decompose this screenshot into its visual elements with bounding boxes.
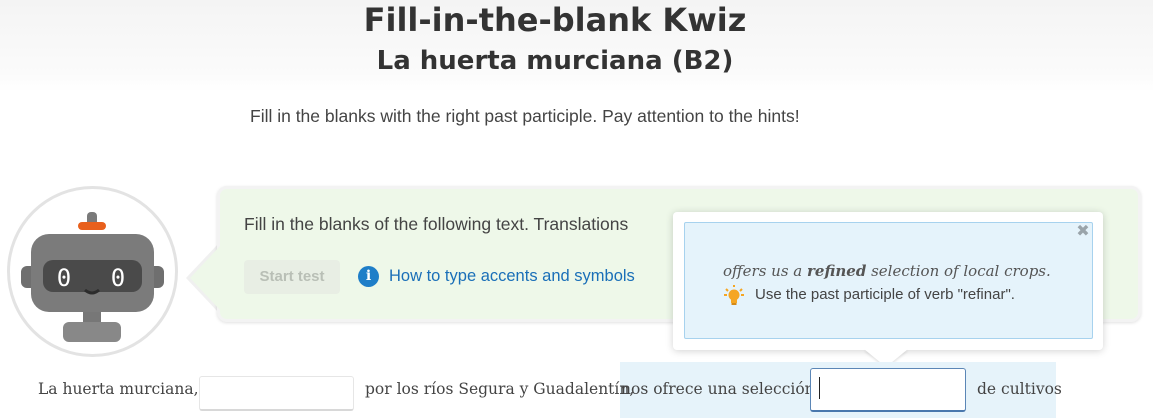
sentence-part-3: nos ofrece una selección bbox=[621, 380, 815, 398]
lightbulb-icon bbox=[724, 285, 744, 305]
accents-symbols-link[interactable]: How to type accents and symbols bbox=[389, 267, 635, 286]
sentence-part-1: La huerta murciana, bbox=[38, 380, 199, 398]
hint-text: Use the past participle of verb "refinar… bbox=[755, 286, 1015, 303]
hint-box bbox=[684, 222, 1093, 339]
blank-input-1[interactable] bbox=[199, 376, 354, 411]
instructions-text: Fill in the blanks with the right past p… bbox=[250, 106, 800, 126]
hint-translation-before: offers us a bbox=[723, 262, 808, 280]
sentence-part-2: por los ríos Segura y Guadalentín, bbox=[365, 380, 635, 398]
text-caret bbox=[819, 377, 820, 399]
robot-mascot-icon: 0 0 bbox=[21, 212, 164, 342]
svg-text:0: 0 bbox=[111, 264, 125, 292]
blank-input-2[interactable] bbox=[810, 368, 966, 412]
sentence-part-4: de cultivos bbox=[977, 380, 1062, 398]
page-subtitle: La huerta murciana (B2) bbox=[376, 46, 734, 76]
hint-translation: offers us a refined selection of local c… bbox=[723, 262, 1051, 280]
svg-text:0: 0 bbox=[57, 264, 71, 292]
hint-translation-bold: refined bbox=[807, 262, 867, 280]
start-test-button[interactable]: Start test bbox=[244, 260, 340, 294]
page-title: Fill-in-the-blank Kwiz bbox=[363, 1, 747, 39]
info-icon[interactable]: i bbox=[358, 266, 379, 287]
panel-text: Fill in the blanks of the following text… bbox=[244, 214, 629, 234]
hint-translation-after: selection of local crops. bbox=[866, 262, 1051, 280]
close-icon[interactable]: ✖ bbox=[1075, 222, 1091, 240]
panel-pointer bbox=[190, 246, 220, 310]
